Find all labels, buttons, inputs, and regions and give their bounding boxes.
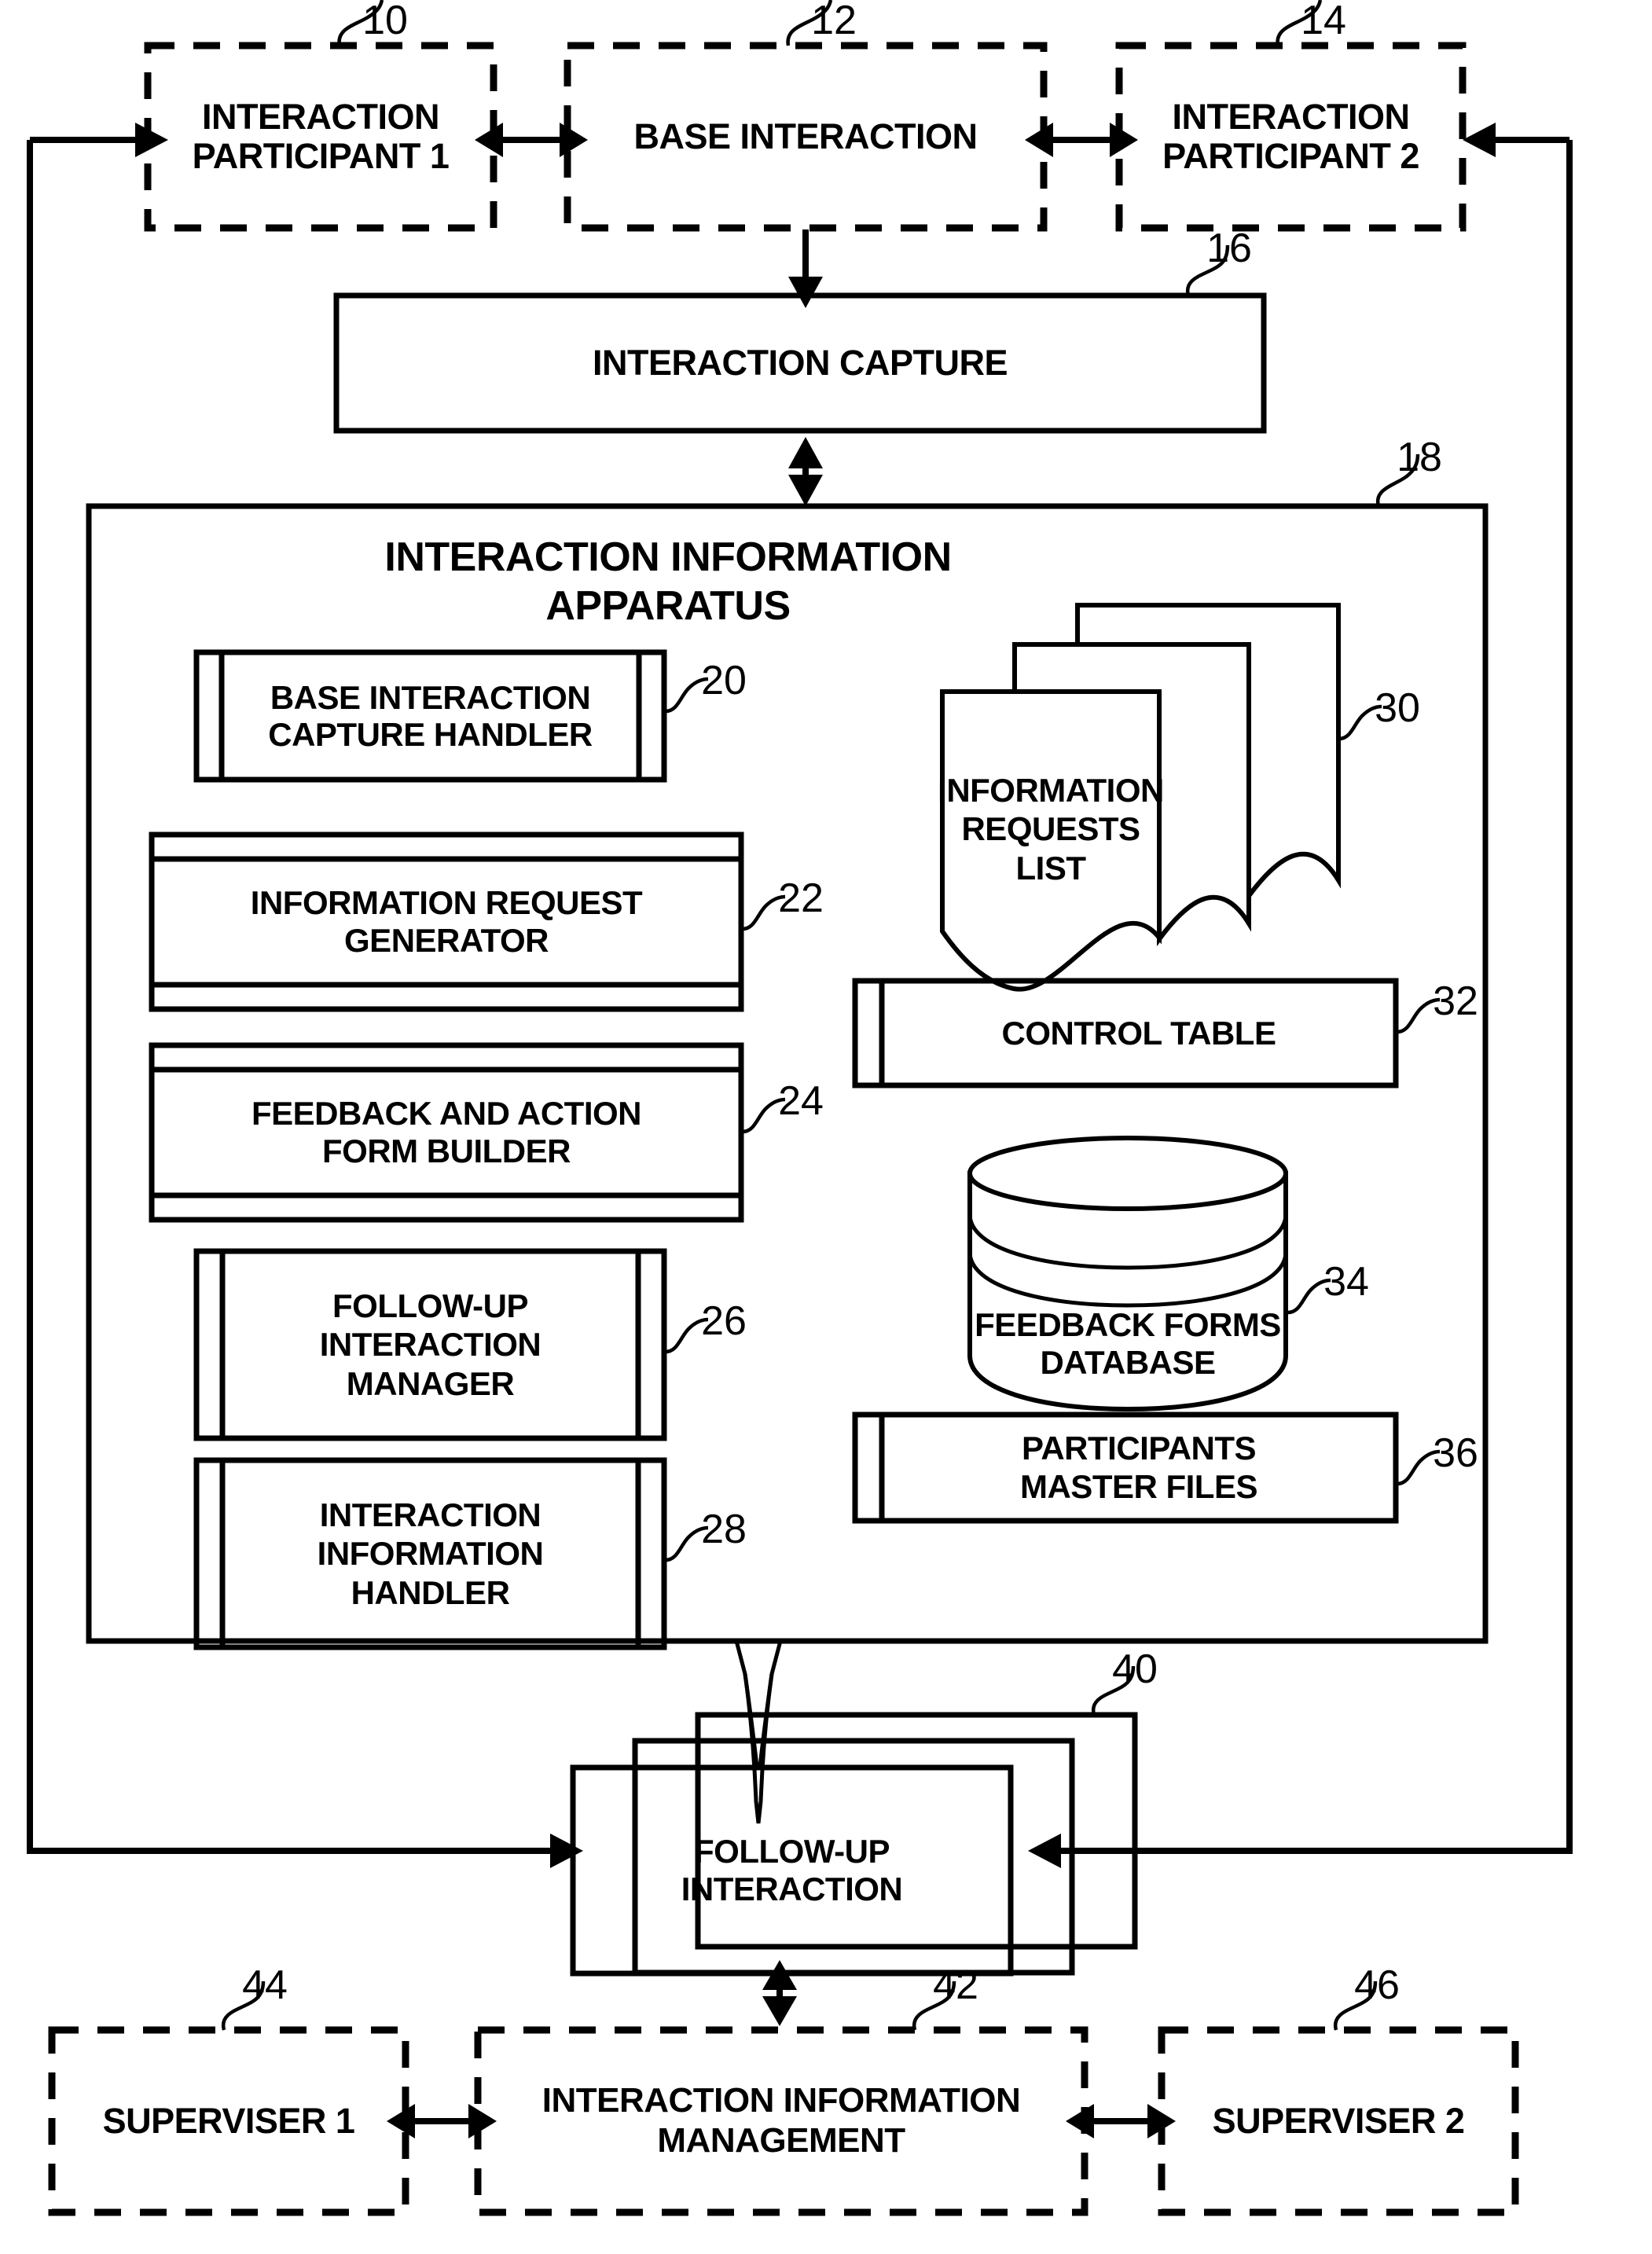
requests-list-label-line2: REQUESTS <box>961 810 1140 848</box>
superviser-2-label: SUPERVISER 2 <box>1212 2101 1465 2141</box>
control-table-label: CONTROL TABLE <box>1001 1014 1276 1052</box>
ref-number-18: 18 <box>1397 435 1442 480</box>
ref-number-32: 32 <box>1433 978 1478 1024</box>
ref-number-20: 20 <box>701 658 747 703</box>
followup-manager-label-line3: MANAGER <box>346 1364 515 1402</box>
ref-number-40: 40 <box>1112 1646 1158 1692</box>
ref-number-22: 22 <box>778 876 824 921</box>
patent-figure: INTERACTION PARTICIPANT 1 BASE INTERACTI… <box>0 0 1652 2254</box>
info-handler-label-line1: INTERACTION <box>319 1496 541 1533</box>
info-handler-label-line2: INFORMATION <box>317 1535 544 1573</box>
capture-handler-label-line1: BASE INTERACTION <box>270 678 591 716</box>
info-handler-label-line3: HANDLER <box>351 1573 510 1611</box>
master-files-label-line2: MASTER FILES <box>1019 1467 1258 1505</box>
ref-number-36: 36 <box>1433 1430 1478 1476</box>
participant-2-label-line2: PARTICIPANT 2 <box>1162 136 1419 176</box>
ref-number-16: 16 <box>1206 226 1252 271</box>
followup-manager-label-line2: INTERACTION <box>319 1326 541 1364</box>
requests-list-label-line1: INFORMATION <box>938 771 1164 809</box>
superviser-1-label: SUPERVISER 1 <box>102 2101 355 2141</box>
followup-interaction-label-line1: FOLLOW-UP <box>694 1832 890 1870</box>
ref-number-26: 26 <box>701 1298 747 1344</box>
apparatus-title-line1: INTERACTION INFORMATION <box>384 534 952 580</box>
apparatus-title-line2: APPARATUS <box>545 583 791 629</box>
forms-database-label-line1: FEEDBACK FORMS <box>975 1305 1281 1343</box>
ref-number-10: 10 <box>362 0 408 43</box>
ref-number-14: 14 <box>1301 0 1346 43</box>
form-builder-label-line1: FEEDBACK AND ACTION <box>251 1094 642 1132</box>
master-files-label-line1: PARTICIPANTS <box>1021 1430 1257 1467</box>
request-generator-label-line1: INFORMATION REQUEST <box>250 883 643 921</box>
interaction-capture-label: INTERACTION CAPTURE <box>593 343 1008 383</box>
info-management-label-line2: MANAGEMENT <box>657 2121 905 2160</box>
form-builder-label-line2: FORM BUILDER <box>322 1133 571 1169</box>
followup-interaction-label-line2: INTERACTION <box>681 1870 903 1907</box>
ref-number-44: 44 <box>242 1962 288 2008</box>
capture-handler-label-line2: CAPTURE HANDLER <box>268 716 593 753</box>
info-management-label-line1: INTERACTION INFORMATION <box>541 2081 1021 2120</box>
participant-1-label-line2: PARTICIPANT 1 <box>192 136 450 176</box>
followup-manager-label-line1: FOLLOW-UP <box>332 1287 528 1324</box>
requests-list-label-line3: LIST <box>1015 849 1087 887</box>
base-interaction-label: BASE INTERACTION <box>633 116 978 156</box>
ref-number-42: 42 <box>933 1962 978 2008</box>
ref-number-34: 34 <box>1323 1259 1369 1305</box>
ref-number-28: 28 <box>701 1507 747 1552</box>
participant-1-label-line1: INTERACTION <box>202 96 440 137</box>
ref-number-12: 12 <box>811 0 857 43</box>
ref-number-24: 24 <box>778 1078 824 1124</box>
ref-number-46: 46 <box>1354 1962 1400 2008</box>
request-generator-label-line2: GENERATOR <box>344 922 549 959</box>
ref-number-30: 30 <box>1375 685 1420 731</box>
participant-2-label-line1: INTERACTION <box>1172 96 1411 137</box>
forms-database-label-line2: DATABASE <box>1040 1344 1216 1381</box>
